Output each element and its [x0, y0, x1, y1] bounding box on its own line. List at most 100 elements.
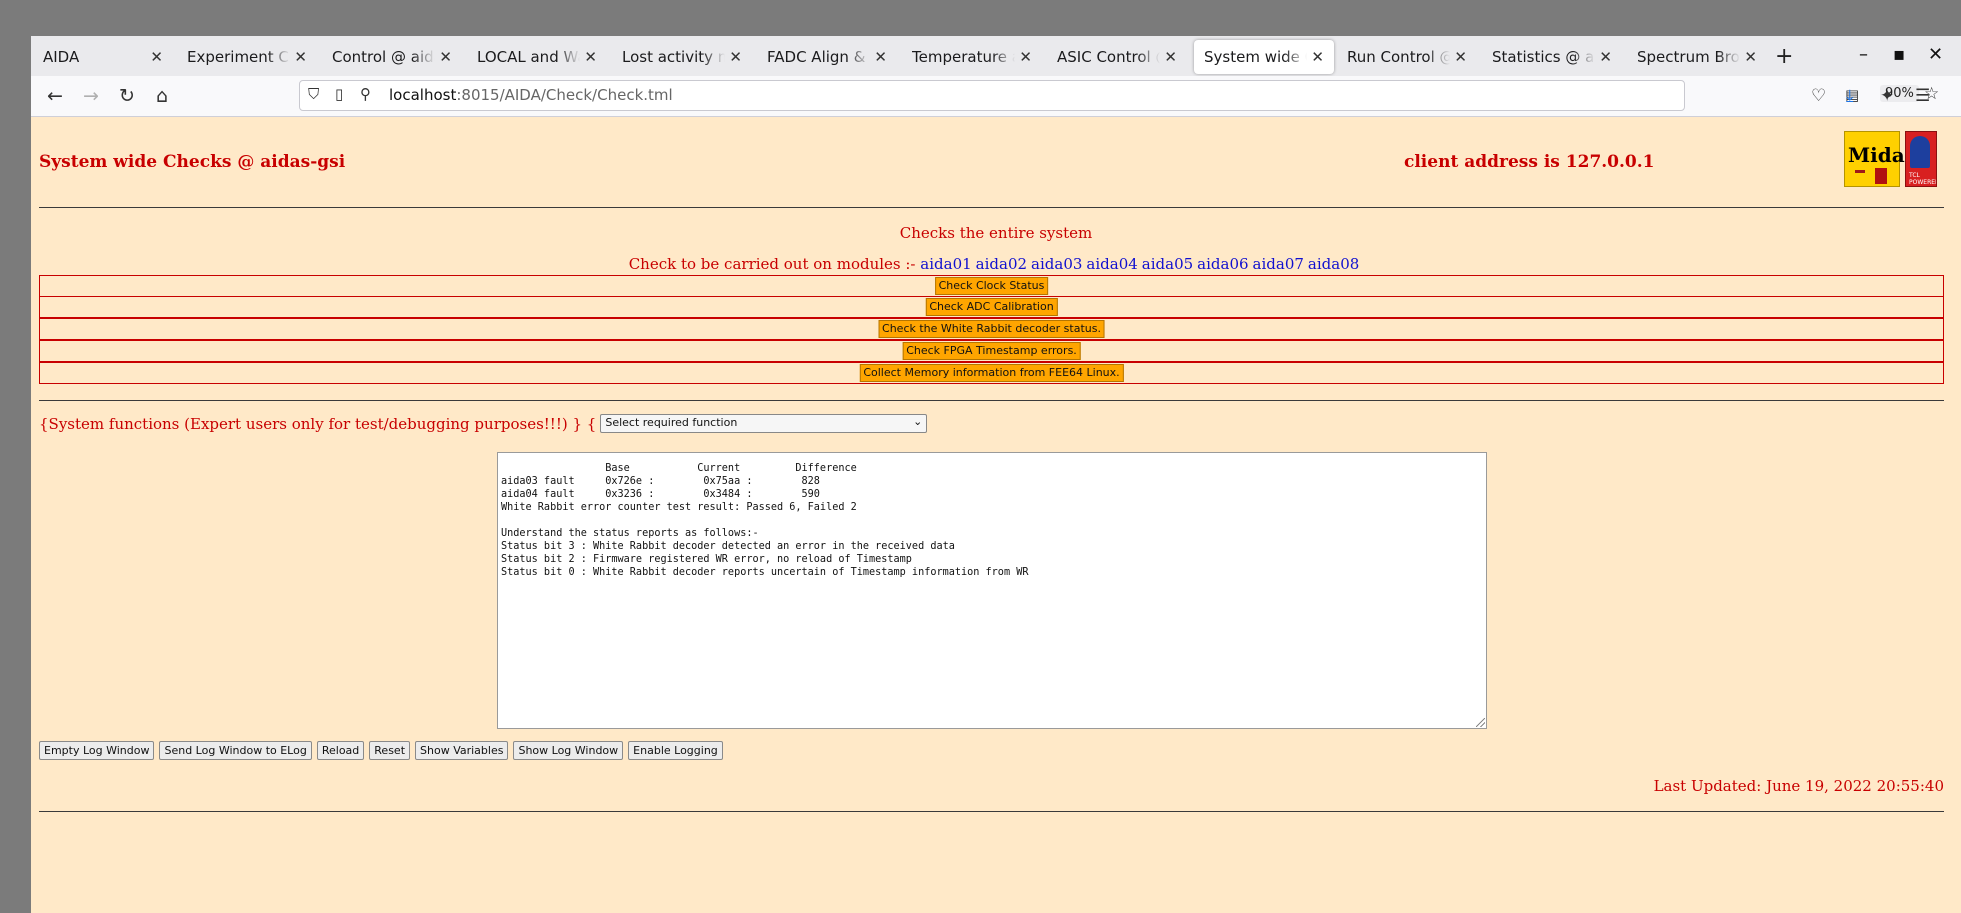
- close-window-button[interactable]: ✕: [1928, 44, 1943, 65]
- button-row: Empty Log Window Send Log Window to ELog…: [39, 741, 723, 760]
- tab-close-icon[interactable]: ✕: [1744, 48, 1757, 66]
- module-link-aida04[interactable]: aida04: [1086, 255, 1137, 273]
- client-address: client address is 127.0.0.1: [1404, 152, 1655, 172]
- system-functions-label: {System functions (Expert users only for…: [39, 414, 597, 433]
- tab-asic-control[interactable]: ASIC Control @ aidas✕: [1047, 40, 1187, 74]
- log-text: Base Current Difference aida03 fault 0x7…: [501, 463, 1029, 578]
- module-link-aida03[interactable]: aida03: [1031, 255, 1082, 273]
- shield-icon[interactable]: ⛉: [308, 85, 319, 103]
- module-link-aida08[interactable]: aida08: [1308, 255, 1359, 273]
- check-row: Check Clock Status: [39, 275, 1944, 297]
- download-icon[interactable]: ⤓: [1846, 86, 1854, 106]
- module-link-aida07[interactable]: aida07: [1253, 255, 1304, 273]
- empty-log-window-button[interactable]: Empty Log Window: [39, 741, 155, 760]
- log-window[interactable]: Base Current Difference aida03 fault 0x7…: [497, 452, 1487, 729]
- tab-label: LOCAL and Wave: [477, 48, 580, 66]
- module-link-aida06[interactable]: aida06: [1197, 255, 1248, 273]
- send-log-to-elog-button[interactable]: Send Log Window to ELog: [159, 741, 312, 760]
- minimize-button[interactable]: –: [1859, 44, 1868, 65]
- midas-logo: Midas: [1844, 131, 1916, 187]
- collect-memory-info-button[interactable]: Collect Memory information from FEE64 Li…: [859, 364, 1124, 382]
- tab-label: Temperature and: [912, 48, 1015, 66]
- tab-spectrum-browser[interactable]: Spectrum Browser✕: [1627, 40, 1767, 74]
- tab-temperature[interactable]: Temperature and✕: [902, 40, 1042, 74]
- tab-close-icon[interactable]: ✕: [874, 48, 887, 66]
- show-variables-button[interactable]: Show Variables: [415, 741, 509, 760]
- reload-button[interactable]: Reload: [316, 741, 365, 760]
- check-fpga-timestamp-button[interactable]: Check FPGA Timestamp errors.: [902, 342, 1081, 360]
- tab-run-control[interactable]: Run Control @ aidas✕: [1337, 40, 1477, 74]
- function-select-value: Select required function: [605, 416, 738, 429]
- url-bar[interactable]: ⛉ ▯ ⚲ localhost:8015/AIDA/Check/Check.tm…: [299, 80, 1939, 111]
- tab-label: Spectrum Browser: [1637, 48, 1740, 66]
- module-link-aida05[interactable]: aida05: [1142, 255, 1193, 273]
- tab-strip: AIDA✕ Experiment Control✕ Control @ aida…: [31, 36, 1961, 76]
- tcl-logo-text: TCL POWERED: [1909, 172, 1937, 186]
- tab-local-wave[interactable]: LOCAL and Wave✕: [467, 40, 607, 74]
- check-row: Check the White Rabbit decoder status.: [39, 318, 1944, 340]
- tab-aida[interactable]: AIDA ✕: [33, 40, 173, 74]
- divider: [39, 400, 1944, 401]
- show-log-window-button[interactable]: Show Log Window: [513, 741, 624, 760]
- tab-close-icon[interactable]: ✕: [1599, 48, 1612, 66]
- tab-close-icon[interactable]: ✕: [1164, 48, 1177, 66]
- back-arrow-icon[interactable]: ←: [41, 82, 69, 110]
- tab-control[interactable]: Control @ aidas-gsi✕: [322, 40, 462, 74]
- module-link-aida01[interactable]: aida01: [920, 255, 971, 273]
- tab-close-icon[interactable]: ✕: [294, 48, 307, 66]
- tab-lost-activity[interactable]: Lost activity monitor✕: [612, 40, 752, 74]
- tab-close-icon[interactable]: ✕: [439, 48, 452, 66]
- page-title: System wide Checks @ aidas-gsi: [39, 152, 346, 172]
- check-row: Check ADC Calibration: [39, 296, 1944, 318]
- page-icon[interactable]: ▯: [335, 85, 343, 103]
- function-select[interactable]: Select required function ⌄: [600, 414, 928, 433]
- check-row: Collect Memory information from FEE64 Li…: [39, 362, 1944, 384]
- tab-experiment-control[interactable]: Experiment Control✕: [177, 40, 317, 74]
- chevron-down-icon: ⌄: [913, 415, 923, 428]
- browser-window: AIDA✕ Experiment Control✕ Control @ aida…: [31, 36, 1961, 913]
- tab-close-icon[interactable]: ✕: [1454, 48, 1467, 66]
- url-host: localhost: [389, 86, 457, 104]
- home-icon[interactable]: ⌂: [148, 82, 176, 110]
- tab-label: AIDA: [43, 48, 80, 66]
- new-tab-button[interactable]: +: [1775, 44, 1793, 69]
- check-white-rabbit-button[interactable]: Check the White Rabbit decoder status.: [878, 320, 1105, 338]
- permissions-icon[interactable]: ⚲: [360, 85, 371, 103]
- pocket-icon[interactable]: ♡: [1811, 86, 1826, 106]
- tab-close-icon[interactable]: ✕: [1019, 48, 1032, 66]
- check-clock-status-button[interactable]: Check Clock Status: [934, 277, 1049, 295]
- tab-label: Statistics @ aidas: [1492, 48, 1595, 66]
- tab-label: FADC Align & Control: [767, 48, 870, 66]
- tab-system-wide-checks[interactable]: System wide Checks✕: [1194, 40, 1334, 74]
- tab-fadc-align[interactable]: FADC Align & Control✕: [757, 40, 897, 74]
- url-text[interactable]: localhost:8015/AIDA/Check/Check.tml: [389, 86, 673, 104]
- tcl-powered-logo: TCL POWERED: [1905, 131, 1937, 187]
- tab-statistics[interactable]: Statistics @ aidas✕: [1482, 40, 1622, 74]
- url-path: :8015/AIDA/Check/Check.tml: [456, 86, 673, 104]
- maximize-button[interactable]: ▪: [1893, 44, 1905, 65]
- tab-label: Lost activity monitor: [622, 48, 726, 66]
- intro-text: Checks the entire system: [899, 224, 1093, 242]
- module-link-aida02[interactable]: aida02: [976, 255, 1027, 273]
- check-row: Check FPGA Timestamp errors.: [39, 340, 1944, 362]
- modules-prefix: Check to be carried out on modules :-: [628, 255, 916, 273]
- tab-close-icon[interactable]: ✕: [729, 48, 742, 66]
- tab-label: Run Control @ aidas: [1347, 48, 1450, 66]
- divider: [39, 207, 1944, 208]
- navigation-toolbar: ← → ↻ ⌂ ⛉ ▯ ⚲ localhost:8015/AIDA/Check/…: [31, 76, 1961, 117]
- tab-close-icon[interactable]: ✕: [584, 48, 597, 66]
- tab-label: Experiment Control: [187, 48, 290, 66]
- system-functions-row: {System functions (Expert users only for…: [39, 414, 928, 433]
- reload-icon[interactable]: ↻: [113, 82, 141, 110]
- page-content: System wide Checks @ aidas-gsi client ad…: [31, 117, 1961, 913]
- tab-close-icon[interactable]: ✕: [1311, 48, 1324, 66]
- menu-icon[interactable]: ☰: [1915, 86, 1930, 106]
- check-adc-calibration-button[interactable]: Check ADC Calibration: [925, 298, 1058, 316]
- enable-logging-button[interactable]: Enable Logging: [628, 741, 723, 760]
- extensions-icon[interactable]: ✦: [1880, 86, 1894, 106]
- resize-handle-icon[interactable]: [1476, 718, 1485, 727]
- tab-label: Control @ aidas-gsi: [332, 48, 435, 66]
- reset-button[interactable]: Reset: [369, 741, 411, 760]
- tab-close-icon[interactable]: ✕: [150, 48, 163, 66]
- forward-arrow-icon[interactable]: →: [77, 82, 105, 110]
